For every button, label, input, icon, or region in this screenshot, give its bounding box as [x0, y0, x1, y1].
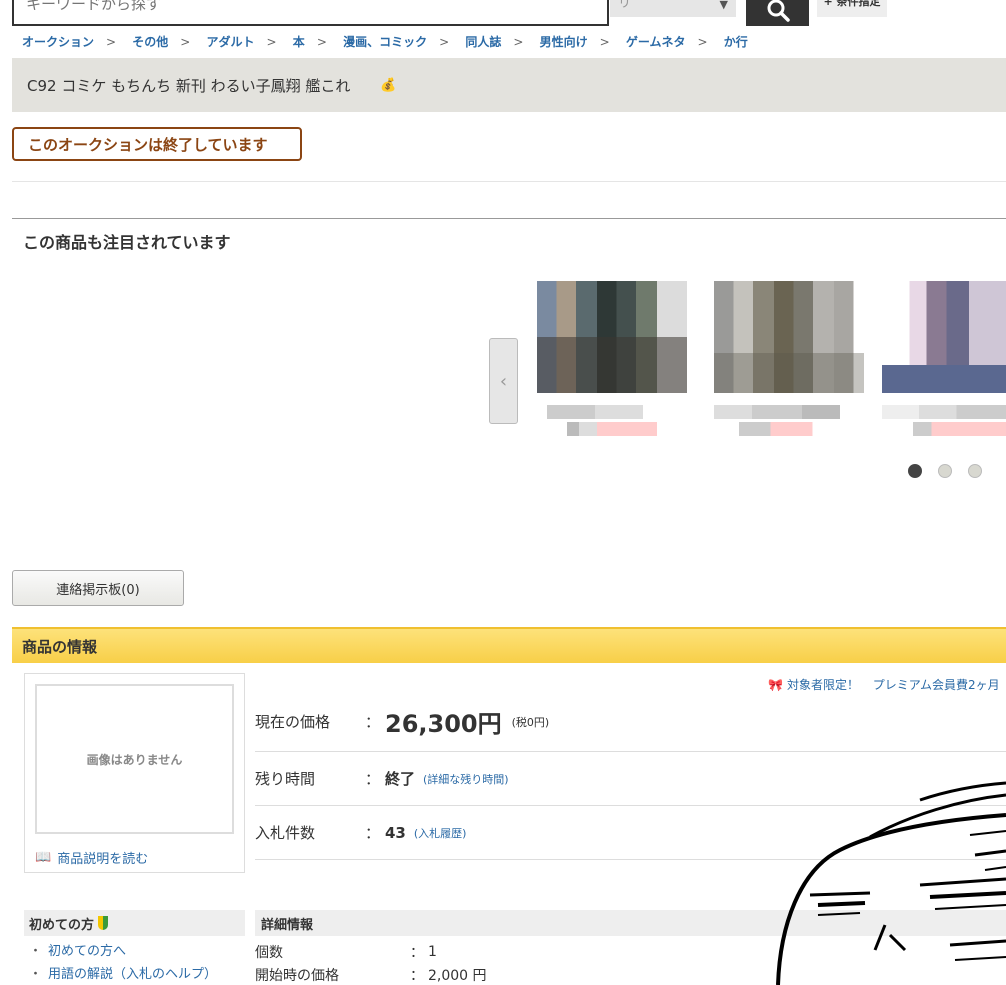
bullet: ・: [29, 944, 43, 959]
item-info-title: 商品の情報: [22, 637, 98, 656]
related-item-price-blurred: [882, 422, 1006, 436]
breadcrumb-separator: >: [106, 35, 117, 49]
breadcrumb-link[interactable]: 本: [293, 35, 305, 49]
bonus-icon[interactable]: 💰: [380, 78, 396, 93]
current-price-row: 現在の価格 ： 26,300円 (税0円): [255, 692, 1006, 752]
breadcrumb-separator: >: [697, 35, 708, 49]
related-item-image: [537, 281, 687, 393]
auction-ended-label: このオークションは終了しています: [28, 135, 268, 154]
no-image-placeholder: 画像はありません: [35, 684, 234, 834]
details-value: 2,000 円: [428, 967, 487, 984]
related-item-price-blurred: [537, 422, 657, 436]
search-input[interactable]: [12, 0, 609, 26]
doodle-face-overlay: [776, 781, 1006, 985]
beginner-guide-header: 初めての方: [24, 910, 245, 936]
colon: ：: [410, 944, 424, 961]
guide-link-label: 初めての方へ: [48, 944, 127, 959]
carousel-dot[interactable]: [908, 464, 922, 478]
details-key: 開始時の価格: [255, 967, 339, 984]
related-item[interactable]: [882, 281, 1006, 436]
related-item[interactable]: [714, 281, 864, 436]
no-image-label: 画像はありません: [86, 752, 183, 767]
breadcrumb-link[interactable]: 男性向け: [540, 35, 588, 49]
beginner-guide: 初めての方 ・初めての方へ ・用語の解説（入札のヘルプ）: [24, 910, 245, 982]
breadcrumb-link[interactable]: アダルト: [207, 35, 255, 49]
item-title: C92 コミケ もちんち 新刊 わるい子鳳翔 艦これ: [27, 76, 351, 95]
related-item-title-blurred: [547, 405, 667, 419]
breadcrumb-separator: >: [266, 35, 277, 49]
condition-button-label: + 条件指定: [823, 0, 881, 8]
breadcrumb-link[interactable]: 同人誌: [465, 35, 501, 49]
colon: ：: [365, 770, 381, 788]
search-button[interactable]: [746, 0, 809, 26]
chevron-left-icon: ‹: [499, 370, 508, 392]
colon: ：: [365, 713, 381, 731]
breadcrumb-link[interactable]: 漫画、コミック: [343, 35, 427, 49]
divider: [12, 218, 1006, 219]
related-item-title-blurred: [714, 405, 840, 419]
related-item-title-blurred: [882, 405, 1006, 419]
chevron-down-icon: ▼: [719, 0, 728, 11]
related-item-image: [882, 281, 1006, 393]
bullet: ・: [29, 967, 43, 982]
read-description-label: 商品説明を読む: [57, 852, 149, 867]
related-item-image: [714, 281, 864, 393]
breadcrumb-separator: >: [439, 35, 450, 49]
item-title-bar: C92 コミケ もちんち 新刊 わるい子鳳翔 艦これ 💰: [12, 58, 1006, 112]
remaining-time-value: 終了: [385, 770, 416, 788]
price-tax: (税0円): [511, 715, 550, 729]
condition-button[interactable]: + 条件指定: [817, 0, 887, 17]
colon: ：: [365, 824, 381, 842]
category-select-label: すべてのカテゴリ: [618, 0, 632, 11]
related-item[interactable]: [537, 281, 687, 436]
item-info-header: 商品の情報: [12, 627, 1006, 663]
promo-tag: 対象者限定！: [786, 678, 859, 692]
breadcrumb-separator: >: [513, 35, 524, 49]
search-field[interactable]: [14, 0, 607, 24]
ribbon-icon: 🎀: [768, 678, 783, 692]
carousel-pagination: [908, 464, 982, 478]
promo-text: プレミアム会員費2ヶ月: [872, 678, 1000, 692]
breadcrumb-separator: >: [180, 35, 191, 49]
beginner-mark-icon: [98, 916, 109, 930]
breadcrumb-link[interactable]: ゲームネタ: [626, 35, 686, 49]
guide-link[interactable]: ・用語の解説（入札のヘルプ）: [24, 963, 245, 982]
premium-promo[interactable]: 🎀 対象者限定！ プレミアム会員費2ヶ月: [768, 676, 1000, 693]
beginner-guide-title: 初めての方: [29, 917, 95, 933]
read-description-link[interactable]: 📖 商品説明を読む: [35, 848, 148, 867]
details-key: 個数: [255, 944, 283, 961]
breadcrumb-link[interactable]: オークション: [22, 35, 94, 49]
current-price-label: 現在の価格: [255, 713, 331, 731]
bid-count-label: 入札件数: [255, 824, 316, 842]
carousel-prev-button[interactable]: ‹: [489, 338, 518, 424]
breadcrumb-separator: >: [599, 35, 610, 49]
message-board-label: 連絡掲示板(0): [56, 582, 140, 598]
item-image-box: 画像はありません 📖 商品説明を読む: [24, 673, 245, 873]
current-price-value: 26,300円: [385, 710, 502, 738]
guide-link-label: 用語の解説（入札のヘルプ）: [48, 967, 218, 982]
colon: ：: [410, 967, 424, 984]
remaining-time-label: 残り時間: [255, 770, 316, 788]
breadcrumb: オークション > その他 > アダルト > 本 > 漫画、コミック > 同人誌 > 男性向け…: [22, 33, 748, 50]
related-item-price-blurred: [714, 422, 840, 436]
message-board-button[interactable]: 連絡掲示板(0): [12, 570, 184, 606]
breadcrumb-link[interactable]: その他: [132, 35, 168, 49]
auction-ended-badge: このオークションは終了しています: [12, 127, 302, 161]
divider: [12, 181, 1006, 182]
details-title: 詳細情報: [261, 917, 314, 933]
breadcrumb-link[interactable]: か行: [724, 35, 748, 49]
search-icon: [767, 0, 790, 22]
book-icon: 📖: [35, 850, 52, 865]
category-select[interactable]: すべてのカテゴリ ▼: [610, 0, 736, 17]
guide-link[interactable]: ・初めての方へ: [24, 940, 245, 959]
bid-history-link[interactable]: (入札履歴): [414, 825, 467, 841]
related-items-title: この商品も注目されています: [23, 233, 231, 252]
remaining-time-detail-link[interactable]: (詳細な残り時間): [423, 771, 509, 787]
details-value: 1: [428, 943, 437, 960]
carousel-dot[interactable]: [938, 464, 952, 478]
bid-count-value: 43: [385, 823, 406, 842]
breadcrumb-separator: >: [316, 35, 327, 49]
carousel-dot[interactable]: [968, 464, 982, 478]
